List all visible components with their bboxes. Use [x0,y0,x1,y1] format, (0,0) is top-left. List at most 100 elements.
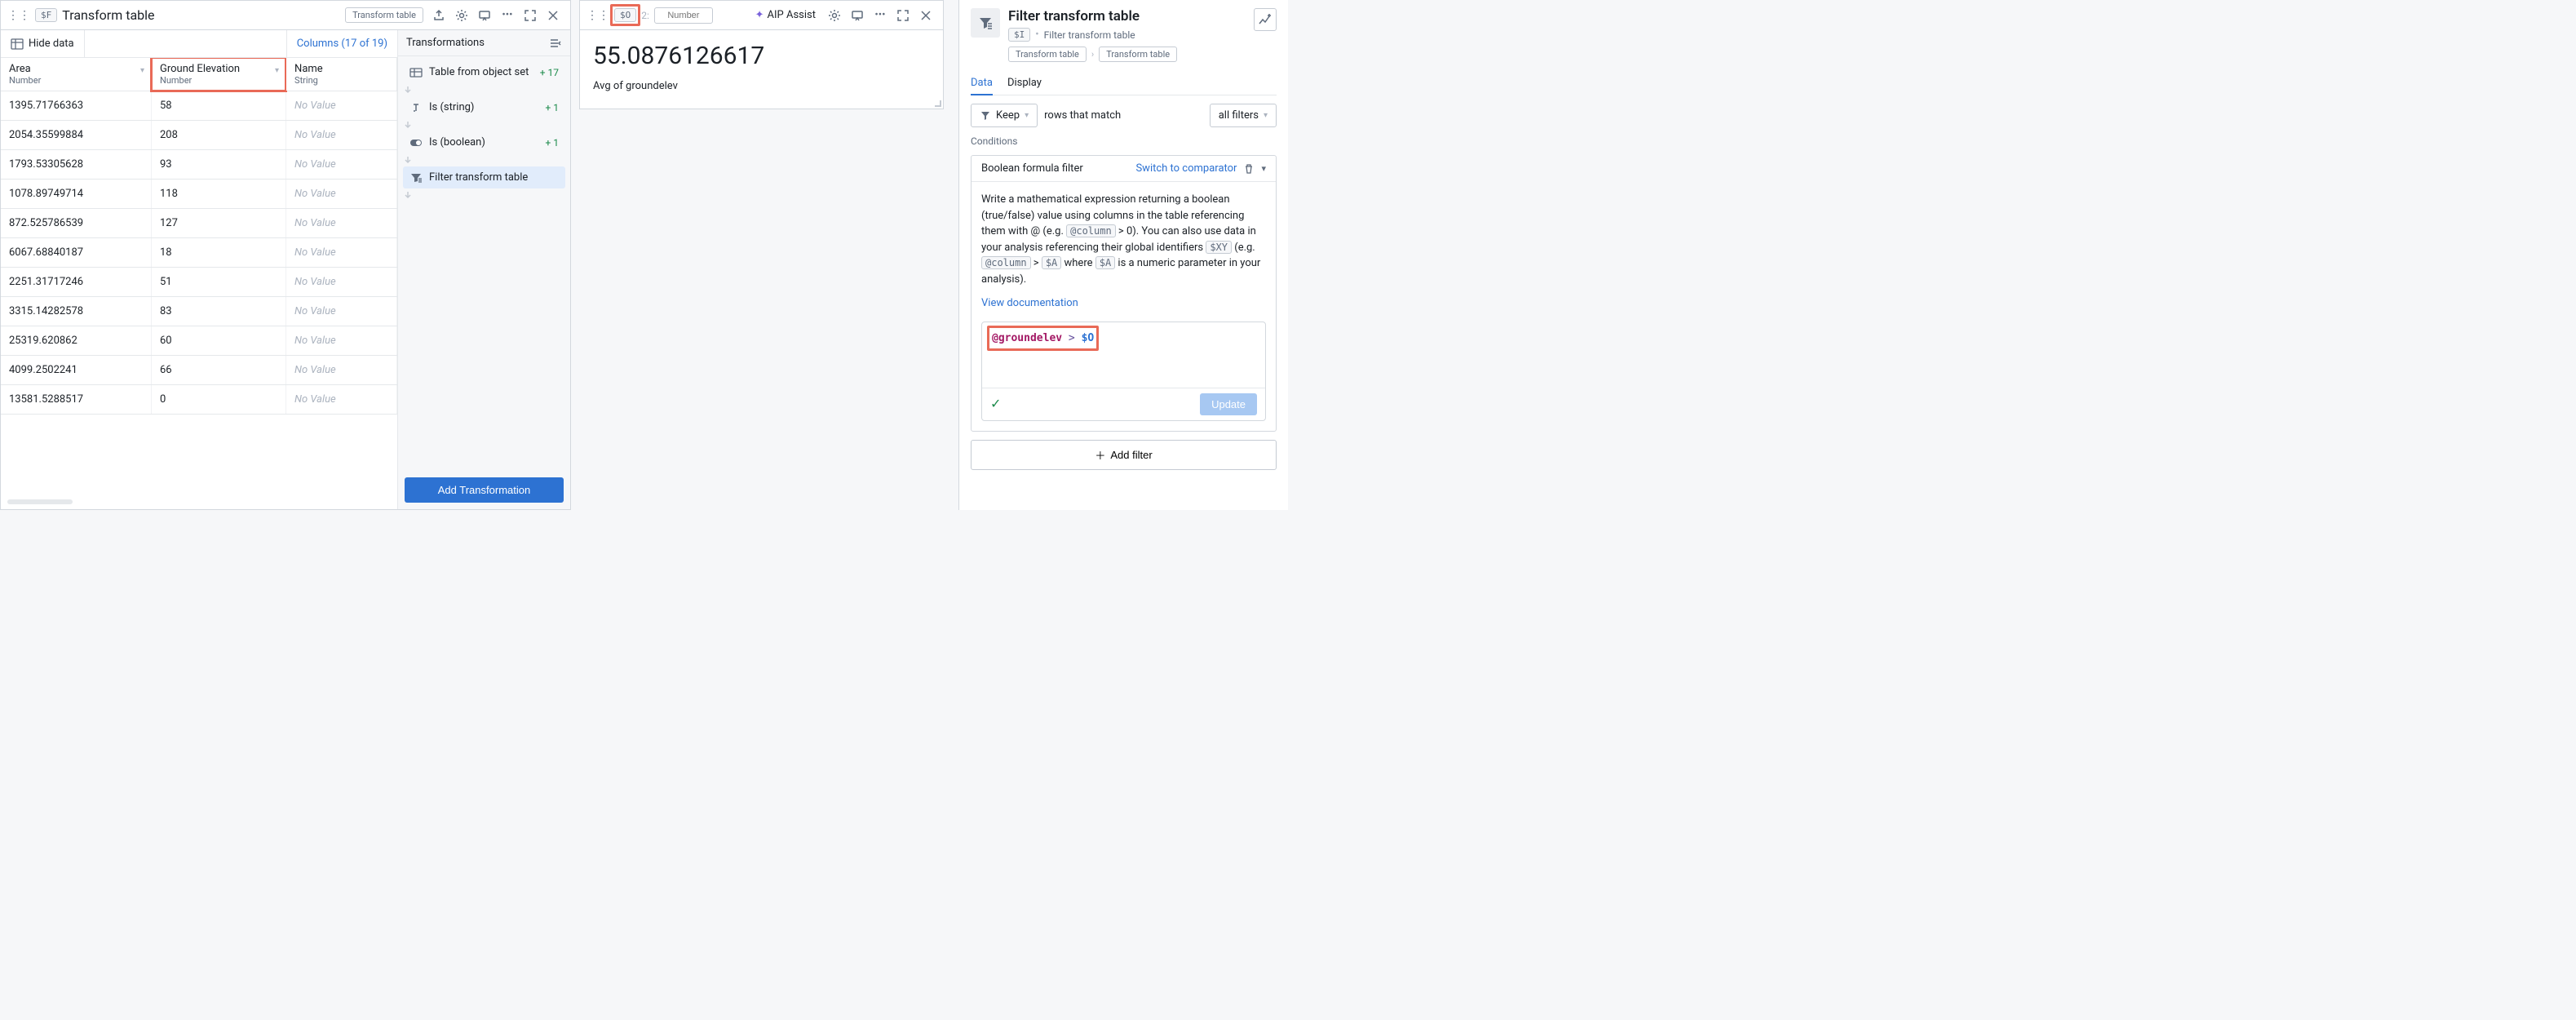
add-chart-button[interactable] [1254,8,1277,31]
cell-area: 25319.620862 [1,326,151,356]
collapse-icon[interactable] [549,38,562,49]
table-row[interactable]: 1395.7176636358No Value [1,91,397,121]
hide-data-label: Hide data [29,38,74,50]
table-row[interactable]: 2054.35599884208No Value [1,121,397,150]
expand-icon[interactable] [892,5,914,26]
view-documentation-link[interactable]: View documentation [981,295,1078,312]
cell-name: No Value [286,150,397,180]
present-icon[interactable] [847,5,868,26]
horizontal-scrollbar[interactable] [7,499,73,504]
transform-icon [409,139,423,147]
conditions-label: Conditions [971,135,1277,147]
gear-icon[interactable] [451,5,472,26]
cell-ground-elevation: 83 [151,297,285,326]
cell-ground-elevation: 58 [151,91,285,121]
right-panel-subtitle: Filter transform table [1044,29,1135,41]
table-row[interactable]: 2251.3171724651No Value [1,268,397,297]
cell-ground-elevation: 18 [151,238,285,268]
chevron-down-icon[interactable]: ▾ [1261,163,1266,174]
cell-name: No Value [286,297,397,326]
cell-name: No Value [286,268,397,297]
present-icon[interactable] [474,5,495,26]
cell-area: 6067.68840187 [1,238,151,268]
col-header-area[interactable]: Area Number ▾ [1,58,151,91]
add-transformation-button[interactable]: Add Transformation [405,477,564,503]
cell-name: No Value [286,238,397,268]
cell-area: 2054.35599884 [1,121,151,150]
close-icon[interactable] [915,5,936,26]
table-row[interactable]: 25319.62086260No Value [1,326,397,356]
cell-ground-elevation: 66 [151,356,285,385]
table-row[interactable]: 4099.250224166No Value [1,356,397,385]
transform-table-chip[interactable]: Transform table [345,7,423,23]
keep-select[interactable]: Keep ▾ [971,104,1038,127]
table-icon [11,38,24,50]
transformations-title: Transformations [406,37,485,49]
chevron-down-icon: ▾ [1025,111,1029,120]
condition-title: Boolean formula filter [981,162,1083,175]
filter-icon [980,110,991,122]
sparkle-icon: ✦ [755,9,764,21]
transform-item[interactable]: Table from object set+ 17 [403,61,565,83]
var-chip-f[interactable]: $F [35,8,57,22]
breadcrumb-chip[interactable]: Transform table [1008,47,1087,62]
tab-display[interactable]: Display [1007,72,1042,95]
col-header-ground-elevation[interactable]: Ground Elevation Number ▾ [151,58,285,91]
col-header-name[interactable]: Name String [286,58,397,91]
transform-item[interactable]: Is (boolean)+ 1 [403,131,565,153]
transform-count: + 1 [545,102,559,113]
cell-name: No Value [286,180,397,209]
table-row[interactable]: 13581.52885170No Value [1,385,397,415]
table-row[interactable]: 872.525786539127No Value [1,209,397,238]
cell-ground-elevation: 93 [151,150,285,180]
number-input[interactable] [654,7,713,24]
gear-icon[interactable] [824,5,845,26]
metric-value: 55.0876126617 [593,42,930,70]
var-chip-o[interactable]: $O [614,8,636,22]
export-icon[interactable] [428,5,449,26]
cell-name: No Value [286,121,397,150]
transform-icon [409,172,423,184]
formula-editor[interactable]: @groundelev > $O [982,322,1265,388]
expand-icon[interactable] [520,5,541,26]
cell-ground-elevation: 51 [151,268,285,297]
aip-assist-button[interactable]: ✦ AIP Assist [752,9,819,21]
arrow-down-icon [403,118,565,131]
columns-link[interactable]: Columns (17 of 19) [286,30,397,57]
tab-data[interactable]: Data [971,72,993,95]
arrow-down-icon [403,188,565,202]
drag-handle-icon[interactable]: ⋮⋮ [7,9,30,22]
add-filter-button[interactable]: ＋ Add filter [971,440,1277,470]
help-text: Write a mathematical expression returnin… [981,193,1260,286]
drag-handle-icon[interactable]: ⋮⋮ [586,9,609,22]
more-icon[interactable]: ••• [497,5,518,26]
table-row[interactable]: 1078.89749714118No Value [1,180,397,209]
chevron-down-icon: ▾ [275,66,279,75]
transform-item[interactable]: Is (string)+ 1 [403,96,565,118]
transform-item[interactable]: Filter transform table [403,166,565,188]
table-row[interactable]: 6067.6884018718No Value [1,238,397,268]
switch-comparator-link[interactable]: Switch to comparator [1135,162,1237,175]
truncated-text: 2: [641,10,649,21]
hide-data-button[interactable]: Hide data [1,30,85,57]
var-chip-i[interactable]: $I [1008,28,1030,42]
cell-ground-elevation: 60 [151,326,285,356]
check-icon: ✓ [990,394,1001,414]
cell-ground-elevation: 127 [151,209,285,238]
update-button[interactable]: Update [1200,393,1257,415]
cell-ground-elevation: 0 [151,385,285,415]
close-icon[interactable] [542,5,564,26]
cell-area: 1793.53305628 [1,150,151,180]
cell-name: No Value [286,209,397,238]
table-row[interactable]: 3315.1428257883No Value [1,297,397,326]
breadcrumb-chip[interactable]: Transform table [1099,47,1177,62]
trash-icon[interactable] [1243,163,1255,175]
resize-handle[interactable] [935,100,941,107]
transform-icon [409,67,423,78]
more-icon[interactable]: ••• [870,5,891,26]
transform-count: + 1 [545,137,559,149]
all-filters-select[interactable]: all filters ▾ [1210,104,1277,127]
chevron-down-icon: ▾ [140,66,144,75]
table-row[interactable]: 1793.5330562893No Value [1,150,397,180]
right-panel-title: Filter transform table [1008,8,1246,24]
